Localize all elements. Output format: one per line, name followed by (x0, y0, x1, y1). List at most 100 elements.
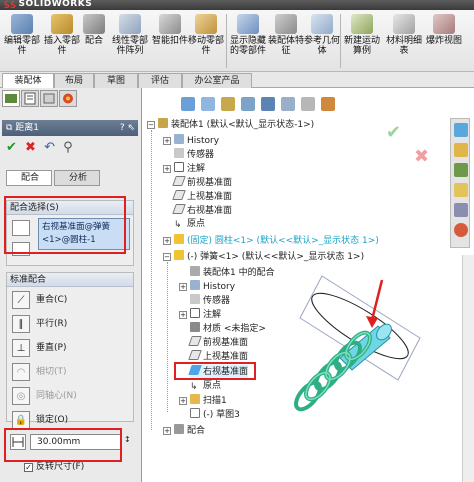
tree-item-sweep[interactable]: 扫描1 (190, 394, 227, 407)
folder-icon[interactable] (454, 183, 468, 197)
expand-toggle[interactable]: + (163, 165, 171, 173)
lock-icon: 🔒 (12, 411, 30, 429)
view-palette-icon[interactable] (454, 203, 468, 217)
tab-analysis[interactable]: 分析 (54, 170, 100, 186)
confirm-corner-cancel-icon[interactable]: ✖ (414, 146, 429, 167)
vertical-scrollbar[interactable] (462, 255, 474, 482)
tree-item-material[interactable]: 材质 <未指定> (190, 322, 266, 335)
resources-icon[interactable] (454, 123, 468, 137)
tab-evaluate[interactable]: 评估 (138, 73, 182, 88)
tab-mates[interactable]: 配合 (6, 170, 52, 186)
zoom-fit-icon[interactable] (181, 97, 195, 111)
action-buttons: ✔ ✖ ↶ ⚲ (6, 140, 73, 156)
expand-toggle[interactable]: + (179, 283, 187, 291)
tab-assembly[interactable]: 装配体 (2, 73, 54, 88)
tree-item-history[interactable]: History (190, 280, 235, 293)
confirm-corner-ok-icon[interactable]: ✔ (386, 122, 401, 143)
command-manager-toolbar: 编辑零部件 插入零部件 配合 线性零部件阵列 智能扣件 移动零部件 显示隐藏的零… (0, 10, 474, 72)
linear-pattern-icon (119, 14, 141, 34)
tab-sketch[interactable]: 草图 (94, 73, 138, 88)
expand-toggle[interactable]: + (179, 311, 187, 319)
tree-item-front-plane[interactable]: 前视基准面 (172, 176, 232, 189)
tab-office-products[interactable]: 办公室产品 (182, 73, 252, 88)
appearances-icon[interactable] (454, 223, 468, 237)
tree-item-sensors[interactable]: 传感器 (190, 294, 230, 307)
section-view-icon[interactable] (241, 97, 255, 111)
feature-manager-tab[interactable] (2, 90, 20, 107)
feature-tree-icon (5, 94, 17, 103)
cancel-x-icon[interactable]: ✖ (25, 140, 36, 155)
tree-root[interactable]: 装配体1 (默认<默认_显示状态-1>) (158, 118, 314, 131)
coincident-mate[interactable]: ⟋ 重合(C) (10, 290, 136, 310)
file-explorer-icon[interactable] (454, 163, 468, 177)
tree-item-sketch3[interactable]: (-) 草图3 (190, 408, 240, 421)
show-hidden-components-button[interactable]: 显示隐藏的零部件 (228, 12, 268, 70)
mate-selection-highlight (4, 196, 126, 254)
edit-component-button[interactable]: 编辑零部件 (2, 12, 42, 70)
display-style-icon[interactable] (281, 97, 295, 111)
smart-fastener-button[interactable]: 智能扣件 (150, 12, 190, 70)
tangent-mate[interactable]: ◠ 相切(T) (10, 362, 136, 382)
hide-show-items-icon[interactable] (301, 97, 315, 111)
reference-geometry-button[interactable]: 参考几何体 (302, 12, 342, 70)
expand-toggle[interactable]: + (163, 237, 171, 245)
origin-icon: ↳ (174, 220, 182, 230)
tree-item-spring[interactable]: (-) 弹簧<1> (默认<<默认>_显示状态 1>) (174, 250, 364, 263)
collapse-toggle[interactable]: − (163, 253, 171, 261)
tree-item-right-plane[interactable]: 右视基准面 (172, 204, 232, 217)
tree-item-mates-in-assembly[interactable]: 装配体1 中的配合 (190, 266, 275, 279)
flip-dimension-checkbox[interactable]: ✓ (24, 463, 33, 472)
undo-icon[interactable]: ↶ (44, 140, 55, 155)
new-motion-study-button[interactable]: 新建运动算例 (342, 12, 382, 70)
assembly-feature-button[interactable]: 装配体特征 (266, 12, 306, 70)
bom-button[interactable]: 材料明细表 (384, 12, 424, 70)
linear-pattern-button[interactable]: 线性零部件阵列 (110, 12, 150, 70)
annotation-arrow (370, 279, 384, 321)
tree-item-origin[interactable]: ↳ 原点 (174, 218, 205, 231)
mate-title-icon: ⧉ (6, 123, 16, 133)
tree-item-sensors[interactable]: 传感器 (174, 148, 214, 161)
tree-item-origin[interactable]: ↳ 原点 (190, 380, 221, 393)
mates-icon (174, 424, 184, 434)
standard-mates-header[interactable]: 标准配合 (7, 273, 133, 287)
appearance-icon[interactable] (321, 97, 335, 111)
expand-toggle[interactable]: + (163, 137, 171, 145)
tree-item-mates[interactable]: 配合 (174, 424, 205, 437)
expand-toggle[interactable]: + (163, 427, 171, 435)
tree-item-top-plane[interactable]: 上视基准面 (172, 190, 232, 203)
lock-mate[interactable]: 🔒 锁定(O) (10, 410, 136, 430)
insert-component-button[interactable]: 插入零部件 (42, 12, 82, 70)
parallel-mate[interactable]: ∥ 平行(R) (10, 314, 136, 334)
design-library-icon[interactable] (454, 143, 468, 157)
move-component-button[interactable]: 移动零部件 (186, 12, 226, 70)
property-manager-tab[interactable] (21, 90, 39, 107)
history-icon (190, 280, 200, 290)
tree-item-annotations[interactable]: 注解 (174, 162, 205, 175)
panel-tabs (2, 90, 138, 108)
view-orientation-icon[interactable] (261, 97, 275, 111)
zoom-area-icon[interactable] (201, 97, 215, 111)
help-pin-icons[interactable]: ? ⇖ (120, 120, 135, 136)
mate-button[interactable]: 配合 (78, 12, 110, 70)
perpendicular-mate[interactable]: ⊥ 垂直(P) (10, 338, 136, 358)
tab-layout[interactable]: 布局 (54, 73, 94, 88)
task-pane-bar (450, 118, 470, 248)
expand-toggle[interactable]: + (179, 397, 187, 405)
display-manager-tab[interactable] (59, 90, 77, 107)
tree-item-front-plane[interactable]: 前视基准面 (188, 336, 248, 349)
configuration-icon (43, 93, 55, 104)
root-expand-toggle[interactable]: − (147, 121, 155, 129)
annotation-icon (190, 308, 200, 318)
spring-model-graphic[interactable] (280, 268, 430, 428)
tree-item-cylinder[interactable]: (固定) 圆柱<1> (默认<<默认>_显示状态 1>) (174, 234, 379, 247)
tree-item-history[interactable]: History (174, 134, 219, 147)
concentric-mate[interactable]: ◎ 同轴心(N) (10, 386, 136, 406)
exploded-view-button[interactable]: 爆炸视图 (424, 12, 464, 70)
tree-item-annotations[interactable]: 注解 (190, 308, 221, 321)
distance-spinner[interactable]: ↕ (124, 435, 132, 449)
ok-check-icon[interactable]: ✔ (6, 140, 17, 155)
pin-icon[interactable]: ⚲ (63, 140, 73, 155)
previous-view-icon[interactable] (221, 97, 235, 111)
configuration-manager-tab[interactable] (40, 90, 58, 107)
edit-component-icon (11, 14, 33, 34)
